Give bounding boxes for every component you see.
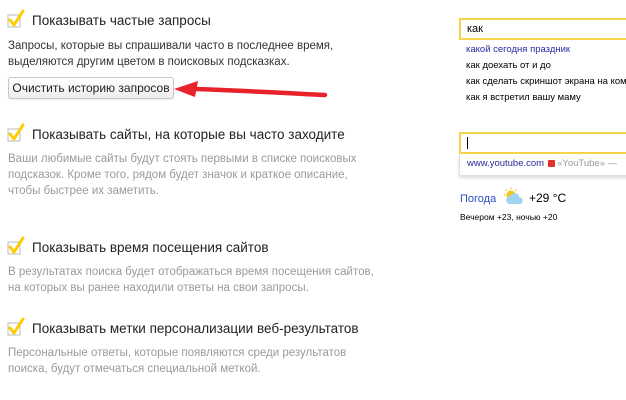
weather-temperature: +29 °C	[529, 191, 567, 205]
description-line: выделяются другим цветом в поисковых под…	[8, 56, 290, 68]
checkbox-visit-time[interactable]	[7, 236, 25, 255]
option-personalization-marks[interactable]: Показывать метки персонализации веб-резу…	[7, 317, 359, 338]
weather-title: Погода	[460, 193, 497, 205]
option-frequent-queries[interactable]: Показывать частые запросы	[7, 9, 211, 30]
youtube-icon	[548, 159, 556, 167]
preview-search-input: как	[459, 18, 626, 40]
arrow-annotation	[174, 81, 328, 98]
site-url: www.youtube.com	[467, 158, 545, 169]
description-line: В результатах поиска будет отображаться …	[8, 266, 374, 278]
option-label: Показывать частые запросы	[32, 12, 211, 28]
preview-frequent-sites: www.youtube.com «YouTube» — Погода +29 °C…	[455, 130, 626, 226]
description-line: поиска, будут отмечаться специальной мет…	[8, 363, 261, 375]
description-line: чтобы быстрее их заметить.	[8, 185, 159, 197]
description-line: Запросы, которые вы спрашивали часто в п…	[8, 40, 334, 52]
option-description: Персональные ответы, которые появляются …	[8, 345, 346, 377]
option-description: Ваши любимые сайты будут стоять первыми …	[8, 151, 357, 199]
checkmark-icon	[7, 9, 25, 28]
suggestion-item: как доехать от и до	[466, 60, 551, 71]
preview-frequent-queries: как какой сегодня праздник как доехать о…	[456, 13, 626, 113]
option-description: В результатах поиска будет отображаться …	[8, 264, 374, 296]
option-label: Показывать время посещения сайтов	[32, 239, 269, 255]
checkmark-icon	[7, 317, 25, 336]
description-line: Ваши любимые сайты будут стоять первыми …	[8, 153, 357, 165]
suggestion-item: какой сегодня праздник	[466, 44, 571, 55]
option-description: Запросы, которые вы спрашивали часто в п…	[8, 38, 333, 70]
checkbox-personalization-marks[interactable]	[7, 317, 25, 336]
suggestion-item: как сделать скриншот экрана на компь	[466, 76, 626, 87]
checkmark-icon	[7, 236, 25, 255]
option-label: Показывать метки персонализации веб-резу…	[32, 320, 359, 336]
suggestion-item: как я встретил вашу маму	[466, 92, 581, 103]
weather-details: Вечером +23, ночью +20	[460, 212, 558, 222]
site-title: «YouTube» —	[557, 158, 618, 169]
option-visit-time[interactable]: Показывать время посещения сайтов	[7, 236, 269, 257]
partly-cloudy-icon	[504, 187, 523, 204]
option-label: Показывать сайты, на которые вы часто за…	[32, 126, 345, 142]
description-line: подсказок. Кроме того, рядом будет значо…	[8, 169, 348, 181]
option-frequent-sites[interactable]: Показывать сайты, на которые вы часто за…	[7, 123, 345, 144]
checkmark-icon	[7, 123, 25, 142]
description-line: Персональные ответы, которые появляются …	[8, 347, 347, 359]
clear-history-button[interactable]: Очистить историю запросов	[8, 77, 174, 99]
checkbox-frequent-queries[interactable]	[7, 9, 25, 28]
text-caret	[467, 137, 468, 149]
preview-search-input	[459, 132, 626, 154]
description-line: на которых вы ранее находили ответы на с…	[8, 282, 309, 294]
site-suggestion: www.youtube.com «YouTube» —	[459, 154, 626, 176]
checkbox-frequent-sites[interactable]	[7, 123, 25, 142]
